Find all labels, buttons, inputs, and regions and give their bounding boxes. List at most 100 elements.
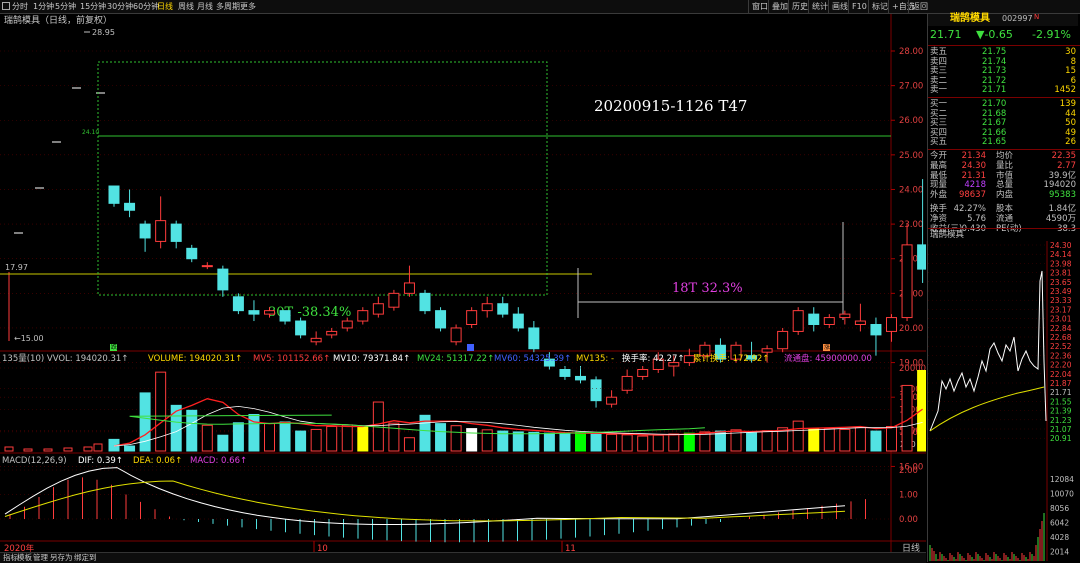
volume-bar [870, 430, 882, 452]
bid-price: 21.70 [982, 99, 1007, 109]
intraday-avg-line [929, 386, 1045, 432]
stat-key: 均价 [996, 151, 1014, 161]
stat-key: 流通 [996, 213, 1014, 224]
volume-header-mv60: MV60: 54325.39↑ [494, 354, 571, 364]
candle-body [621, 375, 633, 391]
rise-annotation: 18T 32.3% [672, 281, 743, 296]
volume-header-volume: VOLUME: 194020.31↑ [148, 354, 242, 364]
bid-price: 21.67 [982, 118, 1007, 129]
stats-divider [928, 149, 1080, 150]
intraday-tick-label: 23.33 [1050, 296, 1072, 305]
candle-body [854, 320, 866, 325]
bid-row: 买一 21.70 139 [928, 99, 1078, 109]
candle-body [341, 320, 353, 329]
intraday-tick-label: 22.20 [1050, 361, 1072, 370]
stat-row: 今开 21.34 均价 22.35 [928, 151, 1078, 161]
macd-header-dif: DIF: 0.39↑ [78, 456, 123, 466]
chart-bg [0, 14, 926, 552]
intraday-tick-label: 21.55 [1050, 397, 1072, 406]
candle-body [466, 310, 478, 325]
bid-volume: 26 [1065, 137, 1076, 148]
volume-bar [575, 431, 586, 452]
price-tick-label: 23.00 [899, 220, 923, 230]
candle-body [310, 337, 322, 343]
quote-divider [928, 45, 1080, 46]
volume-bar [83, 446, 93, 452]
candle-body [248, 310, 260, 315]
volume-header-turnover: 换手率: 42.27↑ [622, 353, 685, 364]
candle-body [559, 369, 571, 377]
volume-header-float_shares: 流通盘: 45900000.00 [784, 353, 872, 364]
quote-title-row: 瑞鹄模具 002997 N [928, 13, 1078, 26]
chart-title: 瑞鹄模具（日线，前复权） [4, 14, 112, 26]
intraday-vol-tick-label: 8056 [1050, 504, 1069, 513]
ask-label: 卖二 [930, 75, 948, 86]
candle-body [637, 369, 649, 377]
ask-volume: 1452 [1054, 85, 1076, 96]
intraday-chart[interactable]: 24.3024.1423.9823.8123.6523.4923.3323.17… [928, 241, 1080, 561]
resistance-label: 24.10 [82, 129, 99, 136]
intraday-tick-label: 20.91 [1050, 434, 1072, 443]
volume-bar [668, 433, 680, 452]
volume-bar [23, 448, 33, 452]
period-indicator: 日线 [902, 542, 920, 552]
stat-value: 39.9亿 [1048, 170, 1076, 181]
intraday-tick-label: 22.84 [1050, 324, 1072, 333]
volume-bar [326, 426, 338, 452]
candle-body [792, 310, 804, 332]
ask-row: 卖一 21.71 1452 [928, 85, 1078, 95]
stat-value: 1.84亿 [1048, 204, 1076, 214]
candle-body [481, 303, 493, 312]
macd-tick-label: 0.00 [899, 515, 918, 525]
volume-bar [279, 421, 291, 452]
bid-price: 21.65 [982, 137, 1007, 148]
candle-body [590, 379, 602, 402]
intraday-tick-label: 23.65 [1050, 278, 1072, 287]
rise-marker-text: 涨 [824, 343, 830, 351]
stat-row: 外盘 98637 内盘 95383 [928, 190, 1078, 200]
intraday-tick-label: 23.01 [1050, 315, 1072, 324]
ask-price: 21.73 [982, 66, 1007, 77]
date-month-label: 10 [317, 544, 328, 552]
stat-key: 现量 [930, 180, 948, 191]
volume-bar [170, 404, 182, 452]
last-price: 21.71 [930, 28, 962, 41]
intraday-vol-tick-label: 2014 [1050, 548, 1069, 557]
volume-bar [559, 433, 571, 452]
bid-price: 21.68 [982, 108, 1007, 119]
stat-value: 5.76 [967, 213, 986, 224]
stat-value: 42.27% [953, 204, 986, 214]
candle-body [326, 330, 338, 336]
volume-bar [652, 434, 664, 452]
macd-tick-label: 1.00 [899, 491, 918, 501]
volume-bar [43, 448, 53, 452]
bid-label: 买一 [930, 99, 948, 109]
intraday-vol-tick-label: 4028 [1050, 533, 1069, 542]
ask-label: 卖四 [930, 56, 948, 67]
intraday-tick-label: 22.36 [1050, 351, 1072, 360]
macd-header-macd: MACD: 0.66↑ [190, 456, 247, 466]
bid-volume: 139 [1059, 99, 1076, 109]
volume-bar [388, 422, 400, 452]
low-label: ←15.00 [14, 334, 44, 343]
new-flag: N [1034, 13, 1040, 21]
candle-body [512, 313, 524, 329]
candle-body [232, 296, 244, 312]
ask-price: 21.72 [982, 75, 1007, 86]
intraday-tick-label: 21.39 [1050, 407, 1072, 416]
intraday-tick-label: 23.81 [1050, 269, 1072, 278]
ask-row: 卖五 21.75 30 [928, 47, 1078, 57]
volume-bar [357, 426, 369, 452]
bid-row: 买三 21.67 50 [928, 118, 1078, 128]
quote-price-row: 21.71 ▼-0.65 -2.91% [928, 28, 1078, 43]
bid-volume: 44 [1065, 108, 1076, 119]
intraday-vol-tick-label: 10070 [1050, 490, 1074, 499]
macd-tick-label: 2.00 [899, 466, 918, 476]
kline-chart[interactable]: 28.0027.0026.0025.0024.0023.0022.0021.00… [0, 0, 926, 552]
intraday-divider [928, 228, 1080, 229]
volume-header-mv24: MV24: 51317.22↑ [417, 354, 494, 364]
price-tick-label: 24.00 [899, 185, 923, 195]
volume-bar [621, 434, 633, 452]
volume-bar [699, 431, 711, 452]
intraday-tick-label: 23.49 [1050, 287, 1072, 296]
